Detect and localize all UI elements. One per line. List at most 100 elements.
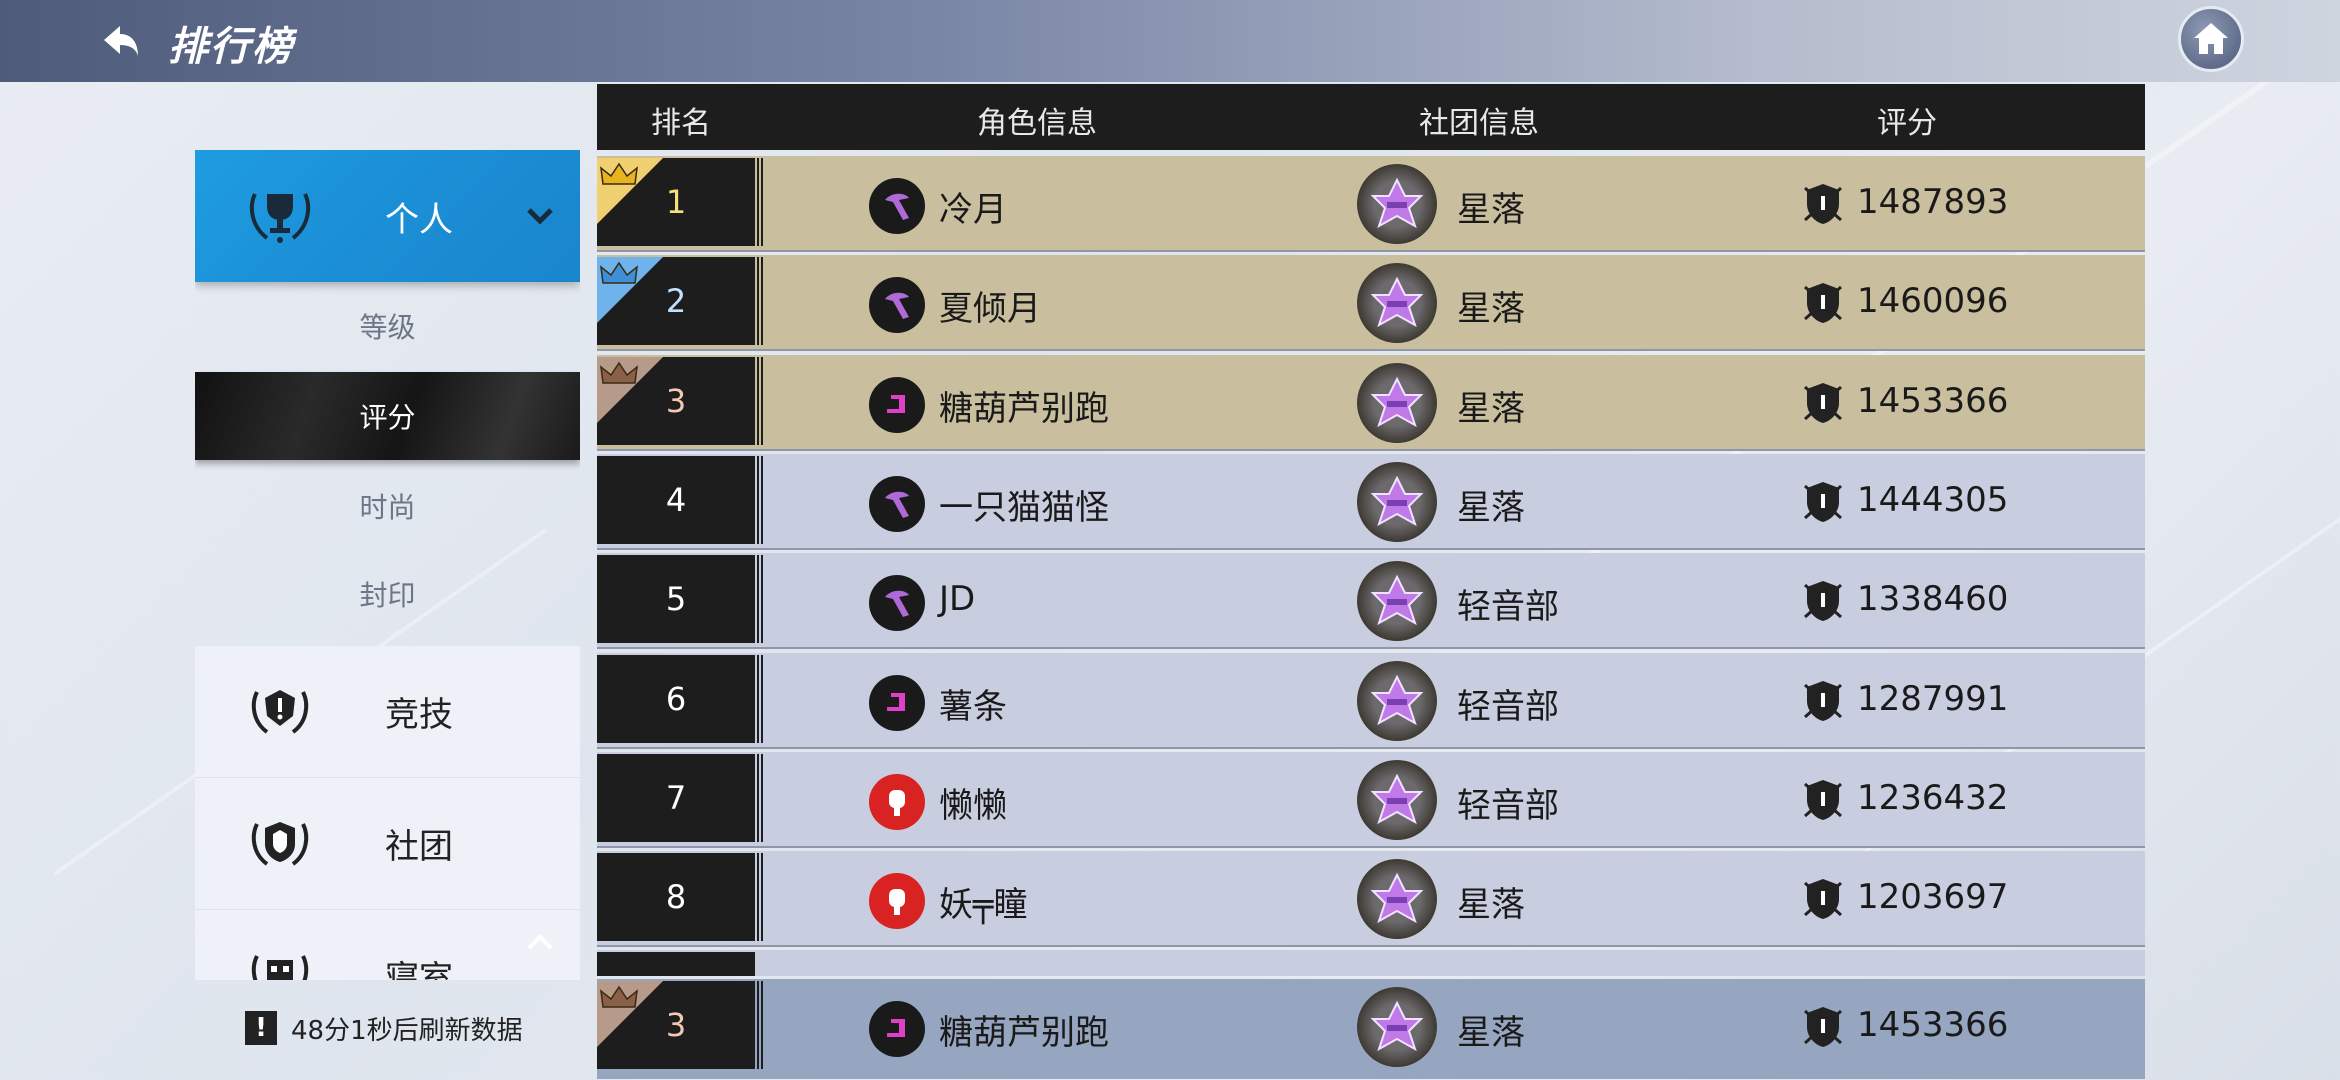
player-name[interactable]: 懒懒 [939, 778, 1007, 827]
rank-divider [753, 456, 763, 544]
table-row[interactable]: 6 薯条 轻音部 1287991 [597, 653, 2145, 749]
player-name[interactable]: 糖葫芦别跑 [939, 381, 1109, 430]
rank-number [597, 952, 755, 976]
alert-icon: ! [245, 1011, 277, 1045]
crown-icon [600, 162, 638, 185]
club-name: 轻音部 [1457, 587, 1559, 627]
rank-number: 4 [597, 456, 755, 544]
category-label: 寝室 [385, 959, 453, 980]
category-sidebar: 个人 等级 评分 时尚 封印 竞技 社团 寝室 [195, 150, 580, 980]
table-row[interactable]: 4 一只猫猫怪 星落 1444305 [597, 454, 2145, 550]
score-value: 1287991 [1857, 679, 2009, 719]
player-name[interactable]: 糖葫芦别跑 [939, 1005, 1109, 1054]
chevron-up-icon[interactable] [525, 930, 555, 954]
self-row[interactable]: 3 糖葫芦别跑 星落 1453366 [597, 979, 2145, 1079]
rank-divider [753, 257, 763, 345]
player-name[interactable]: 薯条 [939, 679, 1007, 728]
page-title: 排行榜 [168, 24, 294, 70]
subtab-score[interactable]: 评分 [195, 372, 580, 460]
club-name: 轻音部 [1457, 687, 1559, 727]
club-name: 星落 [1457, 488, 1525, 528]
subtab-label: 时尚 [359, 491, 416, 524]
club-emblem-icon [1357, 164, 1437, 244]
club-emblem-icon [1357, 987, 1437, 1067]
table-row[interactable]: 1 冷月 星落 1487893 [597, 156, 2145, 252]
subtab-seal[interactable]: 封印 [195, 550, 580, 638]
category-label: 社团 [385, 827, 453, 867]
table-row[interactable]: 2 夏倾月 星落 1460096 [597, 255, 2145, 351]
dorm-icon [251, 954, 309, 980]
back-arrow-icon [104, 26, 138, 56]
score-value: 1460096 [1857, 281, 2009, 321]
column-score: 评分 [1877, 106, 1937, 141]
ranking-list[interactable]: 1 冷月 星落 1487893 2 夏倾月 星落 1460096 3 糖葫芦别跑 星落 1453366… [597, 156, 2145, 976]
combat-score-icon [1804, 482, 1842, 522]
score-value: 1203697 [1857, 877, 2009, 917]
category-label: 竞技 [385, 695, 453, 735]
rank-divider [753, 555, 763, 643]
rank-divider [753, 754, 763, 842]
chevron-down-icon[interactable] [525, 204, 555, 228]
combat-score-icon [1804, 1007, 1842, 1047]
score-value: 1453366 [1857, 381, 2009, 421]
scythe-class-icon [869, 277, 925, 333]
club-name: 星落 [1457, 885, 1525, 925]
column-rank: 排名 [651, 106, 711, 141]
home-icon [2194, 23, 2228, 54]
category-club[interactable]: 社团 [195, 778, 580, 910]
player-name[interactable]: 妖╤瞳 [939, 877, 1027, 926]
subtab-label: 等级 [359, 311, 416, 344]
column-club: 社团信息 [1419, 106, 1539, 141]
subtab-level[interactable]: 等级 [195, 282, 580, 370]
rank-number: 6 [597, 655, 755, 743]
club-emblem-icon [1357, 661, 1437, 741]
club-emblem-icon [1357, 760, 1437, 840]
scythe-class-icon [869, 575, 925, 631]
category-arena[interactable]: 竞技 [195, 646, 580, 778]
subtab-fashion[interactable]: 时尚 [195, 462, 580, 550]
crown-icon [600, 985, 638, 1008]
score-value: 1338460 [1857, 579, 2009, 619]
club-emblem-icon [1357, 363, 1437, 443]
combat-score-icon [1804, 780, 1842, 820]
self-rank-row: 3 糖葫芦别跑 星落 1453366 [597, 975, 2145, 1080]
category-personal[interactable]: 个人 [195, 150, 580, 282]
club-name: 星落 [1457, 389, 1525, 429]
red-fist-class-icon [869, 873, 925, 929]
player-name[interactable]: 夏倾月 [939, 281, 1041, 330]
pvp-emblem-icon [251, 689, 309, 734]
back-button[interactable] [90, 12, 146, 68]
scythe-class-icon [869, 476, 925, 532]
rank-number: 8 [597, 853, 755, 941]
pink-class-icon [869, 377, 925, 433]
club-emblem-icon [1357, 859, 1437, 939]
table-row[interactable]: 5 JD 轻音部 1338460 [597, 553, 2145, 649]
player-name[interactable]: 一只猫猫怪 [939, 480, 1109, 529]
combat-score-icon [1804, 681, 1842, 721]
combat-score-icon [1804, 383, 1842, 423]
home-button[interactable] [2178, 6, 2244, 72]
pink-class-icon [869, 675, 925, 731]
club-emblem-icon [1357, 462, 1437, 542]
table-row[interactable]: 3 糖葫芦别跑 星落 1453366 [597, 355, 2145, 451]
rank-divider [753, 853, 763, 941]
trophy-icon [249, 193, 311, 243]
table-header: 排名 角色信息 社团信息 评分 [597, 84, 2145, 150]
club-emblem-icon [1357, 561, 1437, 641]
player-name[interactable]: 冷月 [939, 182, 1007, 231]
table-row[interactable]: 8 妖╤瞳 星落 1203697 [597, 851, 2145, 947]
club-shield-icon [251, 821, 309, 866]
table-row-partial [597, 950, 2145, 976]
refresh-text: 48分1秒后刷新数据 [291, 1015, 523, 1046]
red-fist-class-icon [869, 774, 925, 830]
category-dorm[interactable]: 寝室 [195, 910, 580, 980]
scythe-class-icon [869, 178, 925, 234]
club-name: 星落 [1457, 190, 1525, 230]
club-emblem-icon [1357, 263, 1437, 343]
rank-divider [753, 158, 763, 246]
score-value: 1453366 [1857, 1005, 2009, 1045]
player-name[interactable]: JD [939, 579, 975, 619]
combat-score-icon [1804, 283, 1842, 323]
table-row[interactable]: 7 懒懒 轻音部 1236432 [597, 752, 2145, 848]
club-name: 星落 [1457, 289, 1525, 329]
